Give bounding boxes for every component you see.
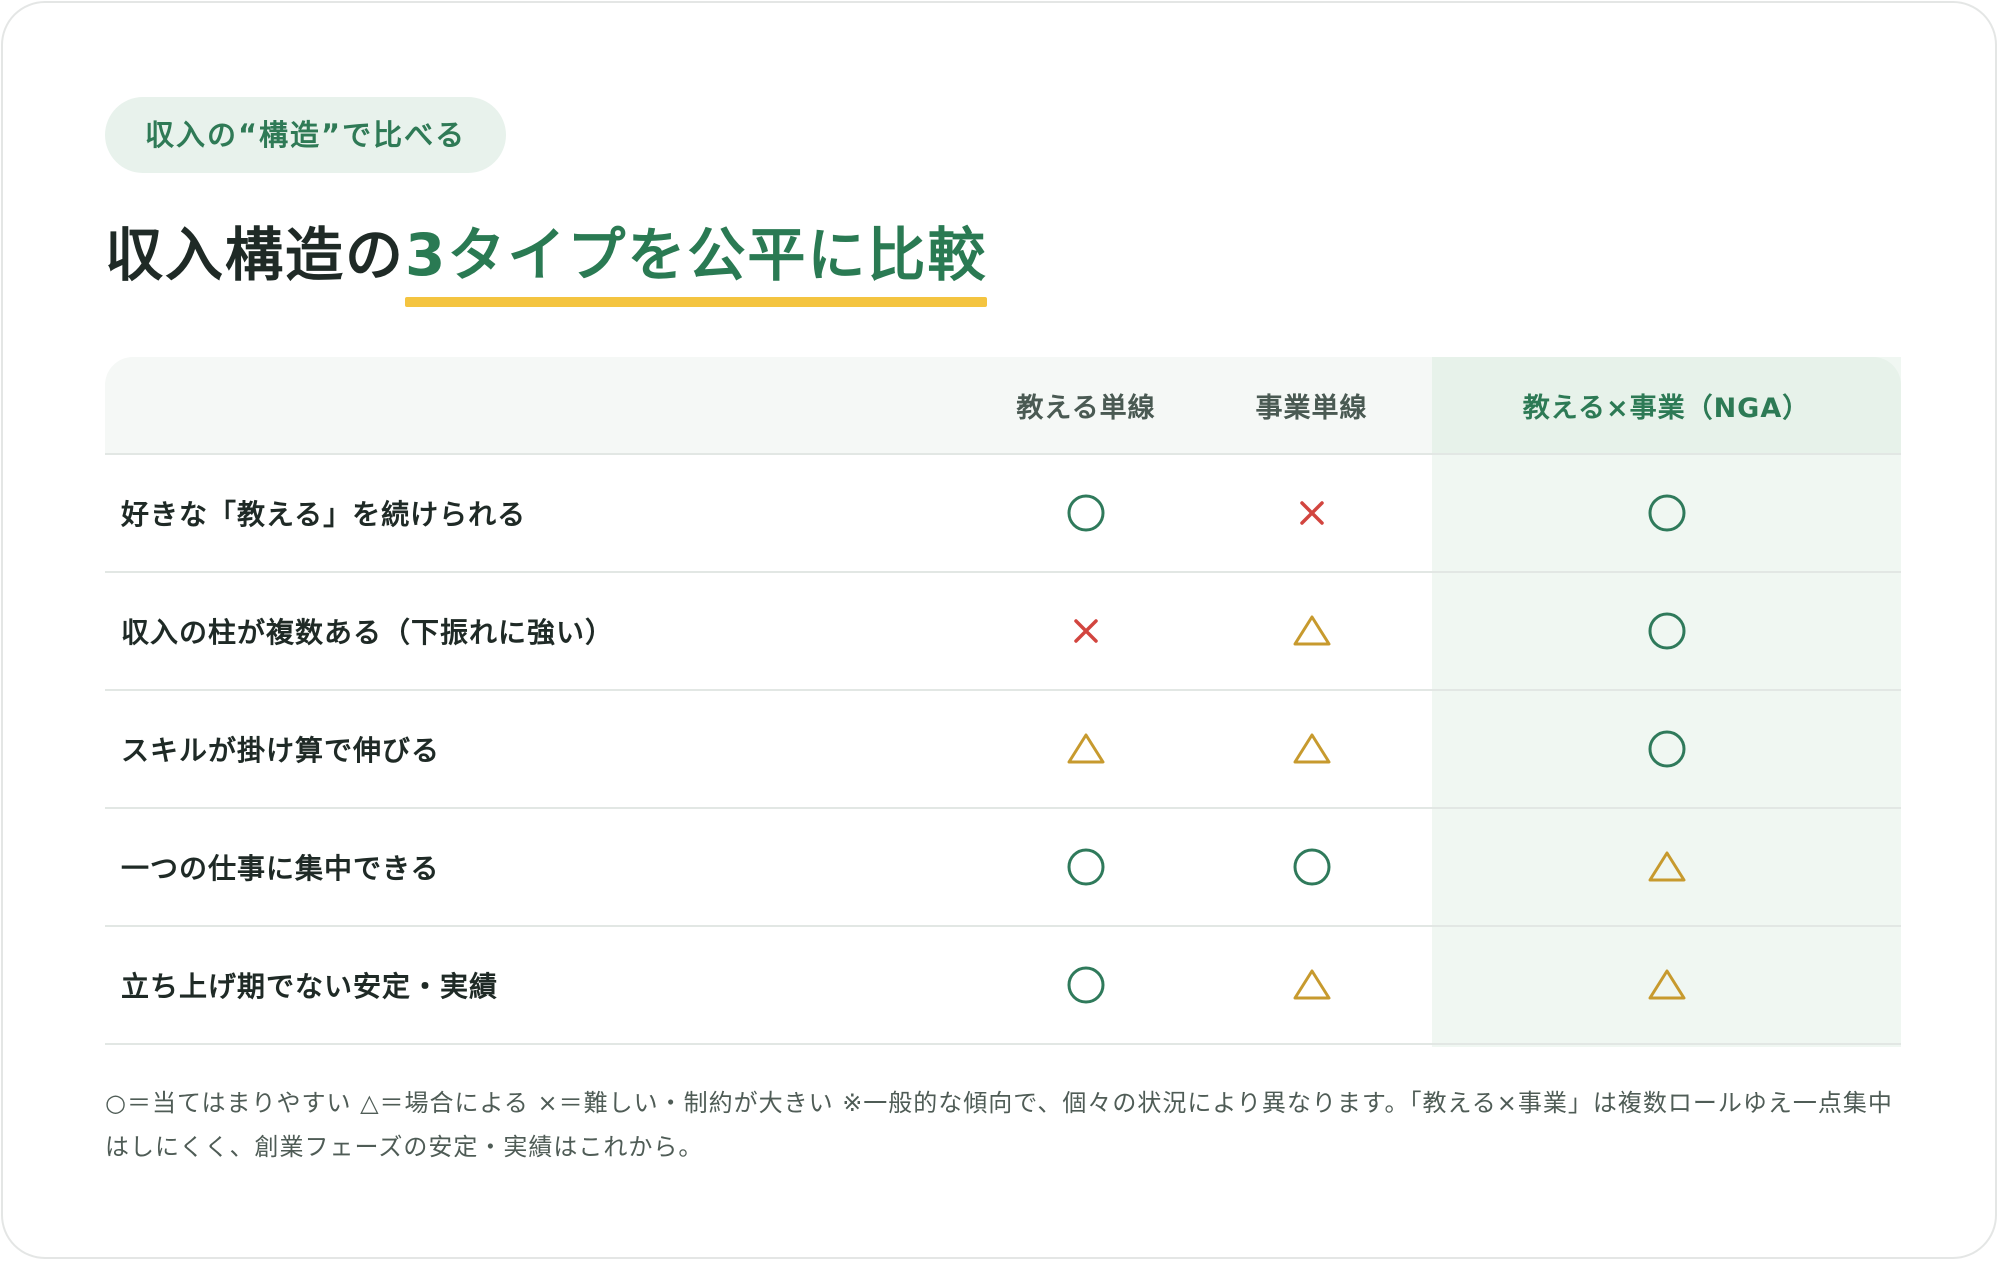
mark-cell (1191, 809, 1432, 925)
title-prefix: 収入構造の (105, 221, 406, 289)
mark-cell (981, 455, 1191, 571)
mark-cell (1432, 691, 1901, 807)
table-row: 収入の柱が複数ある（下振れに強い） (105, 573, 1901, 691)
header-cell-business-only: 事業単線 (1255, 392, 1368, 424)
table-rows: 教える単線 事業単線 教える×事業（NGA） 好きな「教える」を続けられる 収入… (105, 357, 1901, 1045)
table-row: 一つの仕事に集中できる (105, 809, 1901, 927)
section-badge: 収入の“構造”で比べる (105, 97, 507, 173)
circle-icon (1648, 494, 1685, 532)
triangle-icon (1648, 969, 1685, 1000)
page-title: 収入構造の3タイプを公平に比較 (105, 215, 988, 307)
comparison-card: 収入の“構造”で比べる 収入構造の3タイプを公平に比較 教える単線 事業単線 教… (1, 1, 1997, 1259)
comparison-table: 教える単線 事業単線 教える×事業（NGA） 好きな「教える」を続けられる 収入… (105, 357, 1901, 1047)
cross-icon (1299, 501, 1324, 525)
mark-cell (1432, 573, 1901, 689)
mark-cell (1432, 927, 1901, 1043)
title-highlight: 3タイプを公平に比較 (405, 215, 988, 307)
row-label: 好きな「教える」を続けられる (121, 498, 527, 531)
table-header-row: 教える単線 事業単線 教える×事業（NGA） (105, 357, 1901, 455)
mark-cell (1432, 809, 1901, 925)
mark-cell (1191, 927, 1432, 1043)
circle-icon (1067, 966, 1105, 1004)
mark-cell (981, 573, 1191, 689)
mark-cell (1191, 455, 1432, 571)
circle-icon (1067, 494, 1105, 532)
row-label: 立ち上げ期でない安定・実績 (121, 970, 499, 1003)
mark-cell (1191, 691, 1432, 807)
circle-icon (1648, 730, 1685, 768)
triangle-icon (1293, 969, 1330, 1000)
mark-cell (981, 927, 1191, 1043)
table-row: 好きな「教える」を続けられる (105, 455, 1901, 573)
table-row: スキルが掛け算で伸びる (105, 691, 1901, 809)
circle-icon (1067, 848, 1105, 886)
header-cell-blank (121, 357, 981, 453)
legend-note: ○＝当てはまりやすい △＝場合による ×＝難しい・制約が大きい ※一般的な傾向で… (105, 1089, 1893, 1161)
mark-cell (1432, 455, 1901, 571)
mark-cell (1191, 573, 1432, 689)
header-cell-teaching-only: 教える単線 (1016, 392, 1156, 424)
mark-cell (981, 809, 1191, 925)
circle-icon (1293, 848, 1330, 886)
circle-icon (1648, 612, 1685, 650)
triangle-icon (1067, 733, 1105, 764)
table-row: 立ち上げ期でない安定・実績 (105, 927, 1901, 1045)
row-label: 一つの仕事に集中できる (121, 852, 440, 885)
row-label: スキルが掛け算で伸びる (121, 734, 441, 767)
triangle-icon (1293, 615, 1330, 646)
row-label: 収入の柱が複数ある（下振れに強い） (121, 616, 615, 649)
header-cell-nga: 教える×事業（NGA） (1522, 392, 1811, 424)
triangle-icon (1293, 733, 1330, 764)
cross-icon (1074, 619, 1098, 643)
mark-cell (981, 691, 1191, 807)
triangle-icon (1648, 851, 1685, 882)
